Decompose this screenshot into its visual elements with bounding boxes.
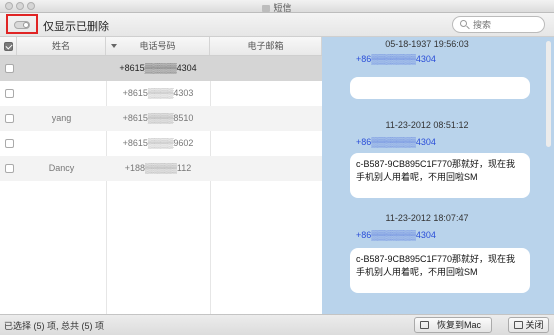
selection-summary: 已选择 (5) 项, 总共 (5) 项 bbox=[4, 321, 105, 331]
cell-phone: +8615▒▒▒▒4303 bbox=[122, 88, 194, 98]
column-header-email[interactable]: 电子邮箱 bbox=[210, 37, 322, 55]
contacts-table: 姓名 电话号码 电子邮箱 +8615▒▒▒▒▒4304 +8615▒▒▒▒4303… bbox=[0, 37, 322, 314]
table-header: 姓名 电话号码 电子邮箱 bbox=[0, 37, 322, 56]
message-sender: +86▒▒▒▒▒▒▒4304 bbox=[356, 54, 436, 64]
cell-name: yang bbox=[51, 113, 72, 123]
cell-phone: +8615▒▒▒▒▒4304 bbox=[119, 63, 197, 73]
row-checkbox[interactable] bbox=[5, 164, 14, 173]
restore-button-label: 恢复到Mac bbox=[436, 320, 481, 330]
deleted-only-toggle[interactable] bbox=[14, 21, 30, 29]
window-icon bbox=[262, 5, 271, 12]
message-bubble: c-B587-9CB895C1F770那就好，现在我手机别人用着呢，不用回啦SM bbox=[350, 153, 530, 198]
select-all-checkbox[interactable] bbox=[4, 42, 13, 51]
cell-phone: +188▒▒▒▒▒112 bbox=[124, 163, 192, 173]
cell-phone: +8615▒▒▒▒8510 bbox=[122, 113, 194, 123]
table-row[interactable]: Dancy +188▒▒▒▒▒112 bbox=[0, 156, 322, 181]
conversation-pane[interactable]: 05-18-1937 19:56:03 +86▒▒▒▒▒▒▒4304 11-23-2… bbox=[322, 37, 554, 314]
row-checkbox[interactable] bbox=[5, 114, 14, 123]
message-timestamp: 11-23-2012 08:51:12 bbox=[385, 120, 469, 130]
cell-phone: +8615▒▒▒▒9602 bbox=[122, 138, 194, 148]
status-bar: 已选择 (5) 项, 总共 (5) 项 恢复到Mac 关闭 bbox=[0, 314, 554, 335]
column-header-phone[interactable]: 电话号码 bbox=[106, 37, 210, 55]
table-row[interactable]: +8615▒▒▒▒9602 bbox=[0, 131, 322, 156]
cell-email bbox=[210, 56, 322, 81]
message-sender: +86▒▒▒▒▒▒▒4304 bbox=[356, 230, 436, 240]
row-checkbox[interactable] bbox=[5, 89, 14, 98]
deleted-only-label: 仅显示已删除 bbox=[43, 21, 109, 33]
cell-name bbox=[17, 56, 106, 81]
row-checkbox[interactable] bbox=[5, 139, 14, 148]
title-bar: 短信 bbox=[0, 0, 554, 13]
cell-name bbox=[17, 81, 106, 106]
message-sender: +86▒▒▒▒▒▒▒4304 bbox=[356, 137, 436, 147]
table-row[interactable]: +8615▒▒▒▒▒4304 bbox=[0, 56, 322, 81]
column-header-name[interactable]: 姓名 bbox=[17, 37, 117, 55]
message-bubble bbox=[350, 77, 530, 99]
header-select-all[interactable] bbox=[0, 37, 17, 55]
cell-name bbox=[17, 131, 106, 156]
cell-email bbox=[210, 131, 322, 156]
cell-email bbox=[210, 81, 322, 106]
cell-email bbox=[210, 156, 322, 181]
search-box[interactable] bbox=[452, 16, 545, 33]
cell-name: Dancy bbox=[48, 163, 75, 173]
restore-icon bbox=[420, 321, 429, 329]
highlight-box bbox=[6, 14, 38, 34]
column-header-name-label: 姓名 bbox=[51, 41, 70, 51]
conversation-scrollbar[interactable] bbox=[546, 41, 551, 147]
toolbar: 仅显示已删除 bbox=[0, 13, 554, 37]
close-icon bbox=[514, 321, 523, 329]
table-row[interactable]: yang +8615▒▒▒▒8510 bbox=[0, 106, 322, 131]
window-title-text: 短信 bbox=[273, 3, 292, 13]
row-checkbox[interactable] bbox=[5, 64, 14, 73]
toggle-knob bbox=[23, 22, 29, 28]
cell-email bbox=[210, 106, 322, 131]
close-button[interactable]: 关闭 bbox=[508, 317, 549, 333]
restore-to-mac-button[interactable]: 恢复到Mac bbox=[414, 317, 492, 333]
search-icon bbox=[460, 20, 467, 27]
message-bubble: c-B587-9CB895C1F770那就好，现在我手机别人用着呢，不用回啦SM bbox=[350, 248, 530, 293]
search-input[interactable] bbox=[473, 18, 541, 31]
message-timestamp: 05-18-1937 19:56:03 bbox=[385, 39, 469, 49]
table-row[interactable]: +8615▒▒▒▒4303 bbox=[0, 81, 322, 106]
message-timestamp: 11-23-2012 18:07:47 bbox=[385, 213, 469, 223]
